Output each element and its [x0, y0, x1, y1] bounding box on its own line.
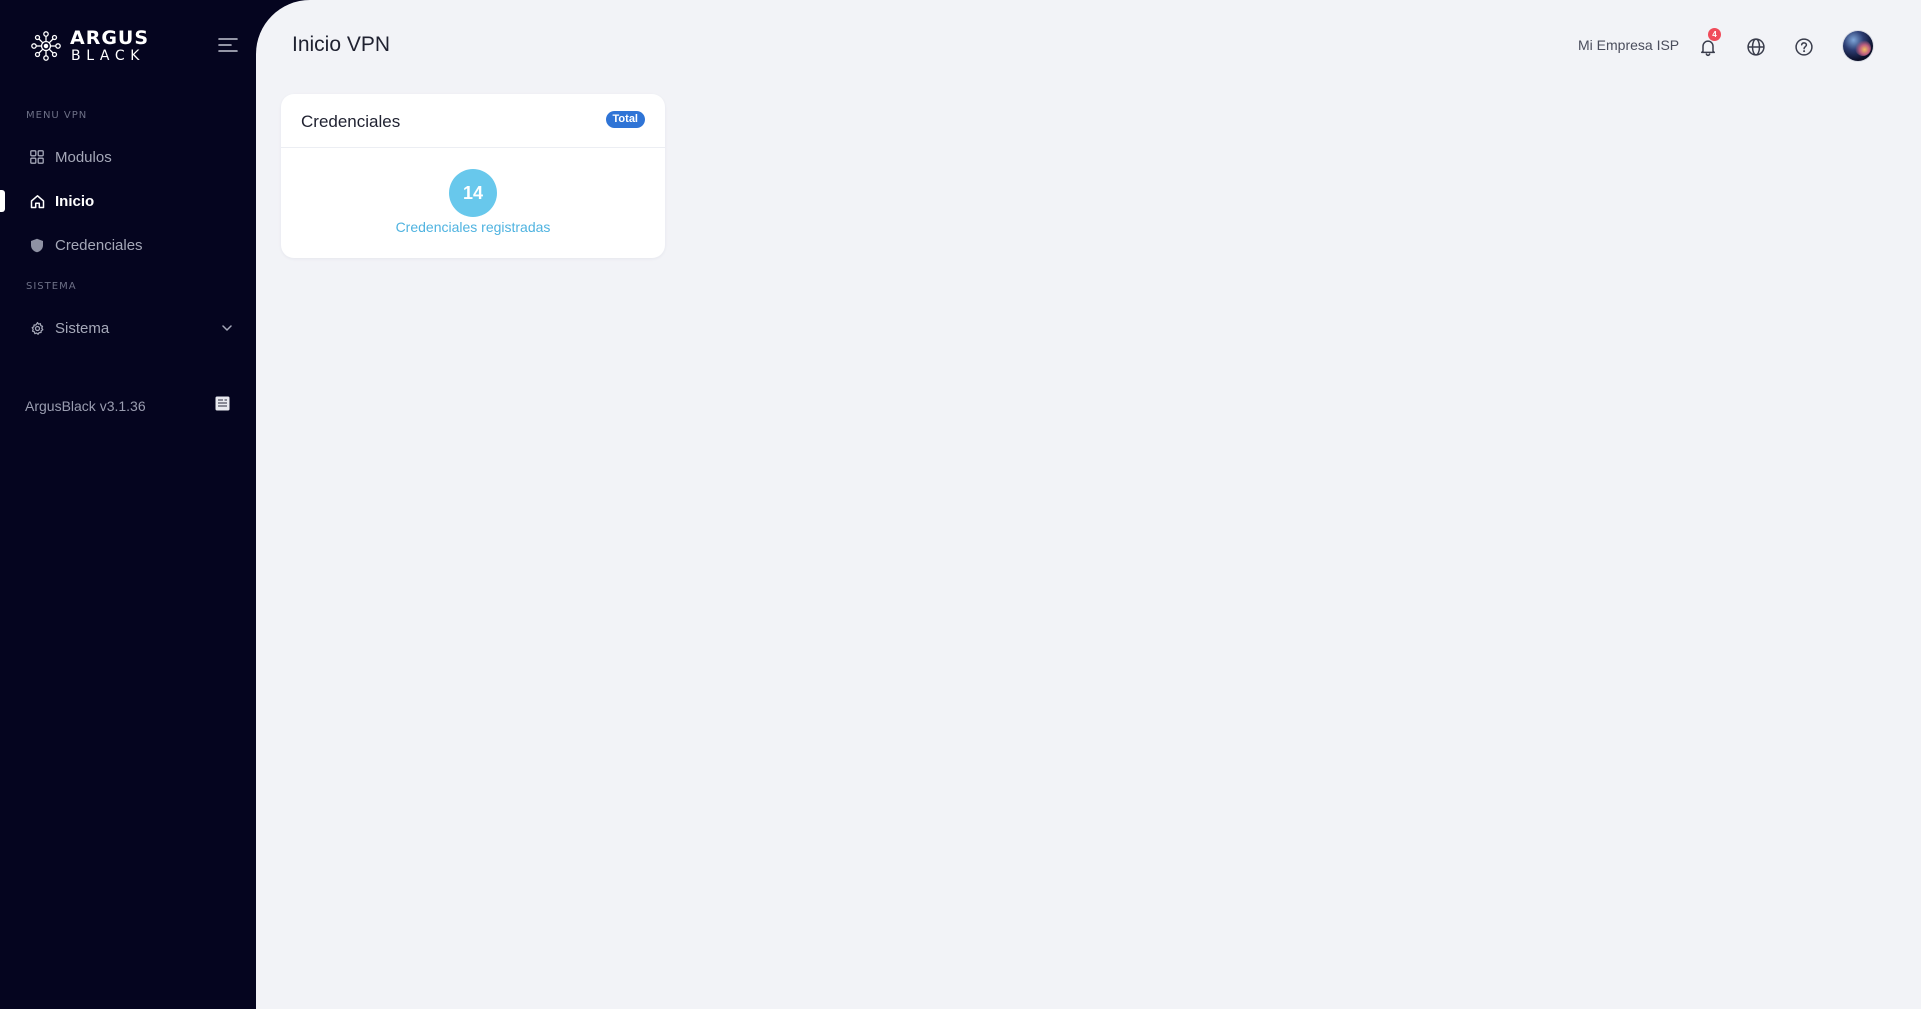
notification-count-badge: 4 [1708, 28, 1721, 41]
page-title: Inicio VPN [292, 33, 391, 56]
sidebar-item-label: Credenciales [55, 236, 143, 254]
credentials-count-label: Credenciales registradas [395, 219, 551, 235]
section-label-sistema: SISTEMA [26, 281, 77, 292]
language-button[interactable] [1744, 35, 1768, 59]
user-avatar[interactable] [1843, 31, 1873, 61]
brand-logo[interactable]: ARGUS BLACK [28, 29, 149, 63]
changelog-icon[interactable] [215, 396, 230, 411]
sidebar-item-sistema[interactable]: Sistema [0, 310, 256, 346]
grid-icon [29, 149, 45, 165]
argus-logo-icon [31, 31, 61, 61]
credentials-count: 14 [449, 169, 497, 217]
chevron-down-icon [220, 321, 234, 335]
brand-top-text: ARGUS [70, 27, 150, 49]
sidebar-item-label: Inicio [55, 192, 95, 210]
help-button[interactable] [1792, 35, 1816, 59]
sidebar-item-modulos[interactable]: Modulos [0, 139, 256, 175]
sidebar-item-credenciales[interactable]: Credenciales [0, 227, 256, 263]
total-badge: Total [605, 111, 645, 128]
company-name[interactable]: Mi Empresa ISP [1578, 37, 1679, 53]
menu-toggle-button[interactable] [216, 33, 240, 57]
sidebar-item-inicio[interactable]: Inicio [0, 183, 256, 219]
card-header: Credenciales Total [281, 94, 665, 148]
globe-icon [1747, 38, 1765, 56]
menu-lines-icon [218, 38, 238, 52]
active-indicator [0, 190, 5, 212]
brand-wordmark: ARGUS BLACK [70, 27, 150, 64]
help-circle-icon [1795, 38, 1813, 56]
sidebar-item-label: Modulos [55, 148, 112, 166]
main-content: Inicio VPN Mi Empresa ISP 4 Credenciales… [256, 0, 1921, 1009]
home-icon [29, 193, 45, 209]
sidebar: ARGUS BLACK MENU VPN Modulos Inicio Cred… [0, 0, 256, 1009]
shield-icon [29, 237, 45, 253]
section-label-menu-vpn: MENU VPN [26, 110, 88, 121]
brand-bottom-text: BLACK [71, 48, 146, 64]
sidebar-item-label: Sistema [55, 319, 110, 337]
credentials-card: Credenciales Total 14 Credenciales regis… [281, 94, 665, 258]
app-version: ArgusBlack v3.1.36 [25, 398, 146, 414]
card-title: Credenciales [301, 112, 401, 131]
gear-icon [29, 320, 45, 336]
